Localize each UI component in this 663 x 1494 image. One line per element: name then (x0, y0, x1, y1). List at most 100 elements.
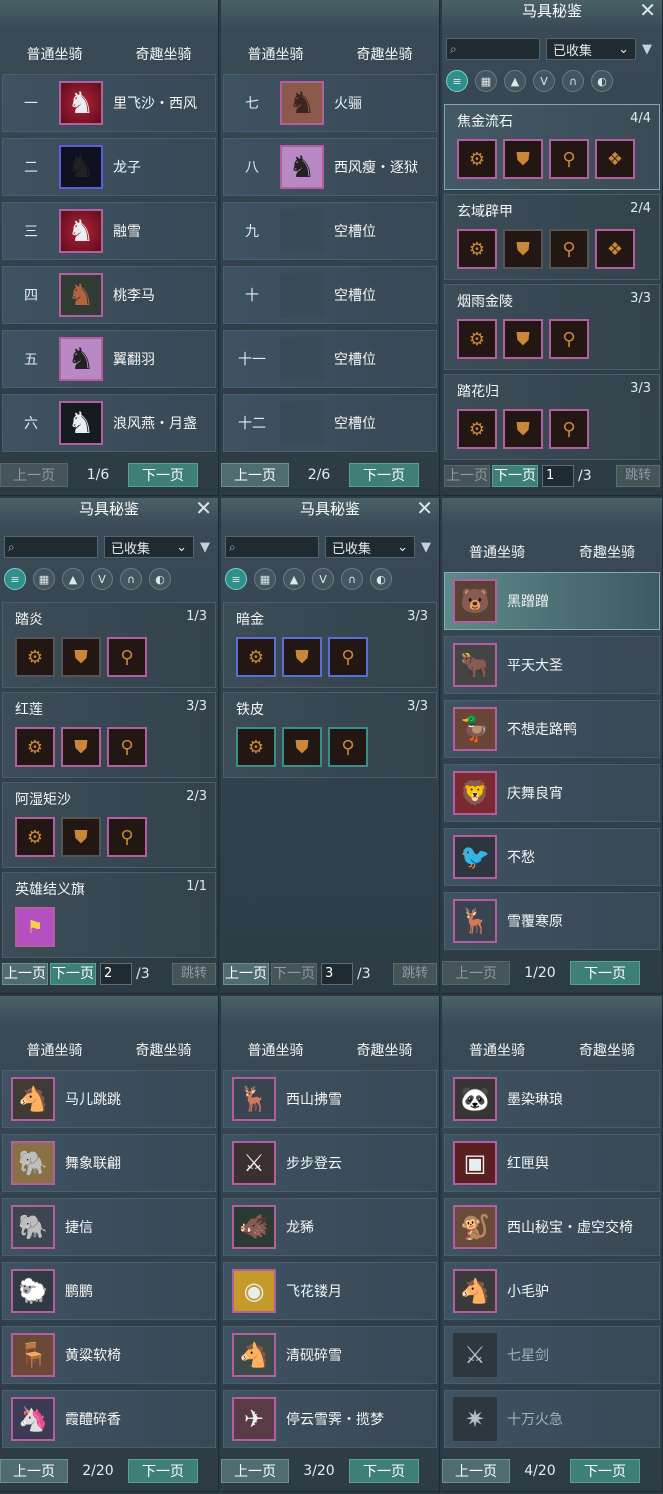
jump-button[interactable]: 跳转 (616, 465, 660, 487)
collection-filter-dropdown[interactable]: 已收集 ⌄ (104, 536, 194, 558)
harness-set[interactable]: 英雄结义旗 1/1 ⚑ (2, 872, 216, 958)
list-view-icon[interactable]: ≡ (446, 70, 468, 92)
tab-fun-mounts[interactable]: 奇趣坐骑 (330, 1040, 439, 1062)
mount-slot[interactable]: 🐴 小毛驴 (444, 1262, 660, 1320)
saddle-icon[interactable]: ◐ (149, 568, 171, 590)
close-icon[interactable]: ✕ (195, 498, 212, 520)
collection-filter-dropdown[interactable]: 已收集 ⌄ (325, 536, 415, 558)
saddle-icon[interactable]: ◐ (591, 70, 613, 92)
collection-filter-dropdown[interactable]: 已收集 ⌄ (546, 38, 636, 60)
harness-set[interactable]: 暗金 3/3 ⚙ ⛊ ⚲ (223, 602, 437, 688)
mount-slot[interactable]: 九 空槽位 (223, 202, 437, 260)
mount-slot[interactable]: ⚔ 步步登云 (223, 1134, 437, 1192)
next-page-button[interactable]: 下一页 (492, 465, 538, 487)
prev-page-button[interactable]: 上一页 (223, 963, 269, 985)
mount-slot[interactable]: 🦆 不想走路鸭 (444, 700, 660, 758)
mount-slot[interactable]: ✷ 十万火急 (444, 1390, 660, 1448)
harness-item-icon[interactable]: ⚙ (236, 637, 276, 677)
tab-normal-mounts[interactable]: 普通坐骑 (442, 1040, 552, 1062)
mount-slot[interactable]: 🐦 不愁 (444, 828, 660, 886)
mount-slot[interactable]: 🐴 马儿跳跳 (2, 1070, 216, 1128)
mount-slot[interactable]: 🐑 鹏鹏 (2, 1262, 216, 1320)
prev-page-button[interactable]: 上一页 (221, 1459, 289, 1483)
list-view-icon[interactable]: ≡ (225, 568, 247, 590)
jump-button[interactable]: 跳转 (393, 963, 437, 985)
saddle-icon[interactable]: ◐ (370, 568, 392, 590)
mount-slot[interactable]: 十二 空槽位 (223, 394, 437, 452)
harness-item-icon[interactable]: ❖ (595, 229, 635, 269)
harness-item-icon[interactable]: ⚲ (549, 409, 589, 449)
mount-slot[interactable]: ✈ 停云雪霁・揽梦 (223, 1390, 437, 1448)
mount-slot[interactable]: 🐘 舞象联翩 (2, 1134, 216, 1192)
horseshoe-icon[interactable]: ∩ (120, 568, 142, 590)
mount-slot[interactable]: 🐼 墨染琳琅 (444, 1070, 660, 1128)
harness-item-icon[interactable]: ⛊ (61, 727, 101, 767)
next-page-button[interactable]: 下一页 (50, 963, 96, 985)
harness-set[interactable]: 阿湿矩沙 2/3 ⚙ ⛊ ⚲ (2, 782, 216, 868)
harness-item-icon[interactable]: ⚙ (457, 139, 497, 179)
mount-slot[interactable]: 🐒 西山秘宝・虚空交椅 (444, 1198, 660, 1256)
next-page-button[interactable]: 下一页 (128, 463, 198, 487)
head-gear-icon[interactable]: ▲ (283, 568, 305, 590)
tab-normal-mounts[interactable]: 普通坐骑 (0, 1040, 109, 1062)
mount-slot[interactable]: 🦁 庆舞良宵 (444, 764, 660, 822)
page-input[interactable]: 2 (100, 963, 132, 985)
harness-item-icon[interactable]: ⛊ (282, 637, 322, 677)
filter-icon[interactable]: ▼ (642, 42, 652, 57)
chest-gear-icon[interactable]: V (91, 568, 113, 590)
next-page-button[interactable]: 下一页 (349, 463, 419, 487)
harness-item-icon[interactable]: ⛊ (61, 637, 101, 677)
harness-set[interactable]: 红莲 3/3 ⚙ ⛊ ⚲ (2, 692, 216, 778)
grid-view-icon[interactable]: ▦ (475, 70, 497, 92)
harness-item-icon[interactable]: ⛊ (503, 229, 543, 269)
next-page-button[interactable]: 下一页 (570, 1459, 640, 1483)
close-icon[interactable]: ✕ (416, 498, 433, 520)
mount-slot[interactable]: 🐻 黑蹭蹭 (444, 572, 660, 630)
harness-item-icon[interactable]: ⚲ (328, 637, 368, 677)
jump-button[interactable]: 跳转 (172, 963, 216, 985)
harness-item-icon[interactable]: ⚙ (236, 727, 276, 767)
harness-item-icon[interactable]: ⚲ (107, 637, 147, 677)
next-page-button[interactable]: 下一页 (570, 961, 640, 985)
harness-set[interactable]: 焦金流石 4/4 ⚙ ⛊ ⚲ ❖ (444, 104, 660, 190)
harness-item-icon[interactable]: ⚲ (549, 139, 589, 179)
horseshoe-icon[interactable]: ∩ (341, 568, 363, 590)
harness-set[interactable]: 烟雨金陵 3/3 ⚙ ⛊ ⚲ (444, 284, 660, 370)
head-gear-icon[interactable]: ▲ (62, 568, 84, 590)
harness-set[interactable]: 踏花归 3/3 ⚙ ⛊ ⚲ (444, 374, 660, 460)
prev-page-button[interactable]: 上一页 (444, 465, 490, 487)
harness-item-icon[interactable]: ⛊ (503, 409, 543, 449)
next-page-button[interactable]: 下一页 (128, 1459, 198, 1483)
tab-normal-mounts[interactable]: 普通坐骑 (0, 44, 109, 66)
search-input[interactable]: ⌕ (4, 536, 98, 558)
mount-slot[interactable]: 🪑 黄粱软椅 (2, 1326, 216, 1384)
tab-fun-mounts[interactable]: 奇趣坐骑 (552, 542, 662, 564)
prev-page-button[interactable]: 上一页 (0, 463, 68, 487)
mount-slot[interactable]: 十 空槽位 (223, 266, 437, 324)
prev-page-button[interactable]: 上一页 (442, 1459, 510, 1483)
harness-item-icon[interactable]: ⚙ (457, 409, 497, 449)
prev-page-button[interactable]: 上一页 (2, 963, 48, 985)
mount-slot[interactable]: 八 ♞ 西风瘦・逐狱 (223, 138, 437, 196)
harness-item-icon[interactable]: ⛊ (282, 727, 322, 767)
harness-item-icon[interactable]: ❖ (595, 139, 635, 179)
next-page-button[interactable]: 下一页 (271, 963, 317, 985)
mount-slot[interactable]: 五 ♞ 翼翻羽 (2, 330, 216, 388)
harness-set[interactable]: 踏炎 1/3 ⚙ ⛊ ⚲ (2, 602, 216, 688)
mount-slot[interactable]: 🐗 龙豨 (223, 1198, 437, 1256)
prev-page-button[interactable]: 上一页 (442, 961, 510, 985)
mount-slot[interactable]: 七 ♞ 火骊 (223, 74, 437, 132)
mount-slot[interactable]: 十一 空槽位 (223, 330, 437, 388)
close-icon[interactable]: ✕ (639, 0, 656, 22)
harness-item-icon[interactable]: ⚲ (328, 727, 368, 767)
mount-slot[interactable]: 🦌 西山拂雪 (223, 1070, 437, 1128)
harness-item-icon[interactable]: ⚲ (107, 817, 147, 857)
harness-set[interactable]: 铁皮 3/3 ⚙ ⛊ ⚲ (223, 692, 437, 778)
harness-item-icon[interactable]: ⚙ (15, 637, 55, 677)
search-input[interactable]: ⌕ (225, 536, 319, 558)
next-page-button[interactable]: 下一页 (349, 1459, 419, 1483)
prev-page-button[interactable]: 上一页 (221, 463, 289, 487)
harness-item-icon[interactable]: ⚲ (107, 727, 147, 767)
head-gear-icon[interactable]: ▲ (504, 70, 526, 92)
harness-set[interactable]: 玄域辟甲 2/4 ⚙ ⛊ ⚲ ❖ (444, 194, 660, 280)
